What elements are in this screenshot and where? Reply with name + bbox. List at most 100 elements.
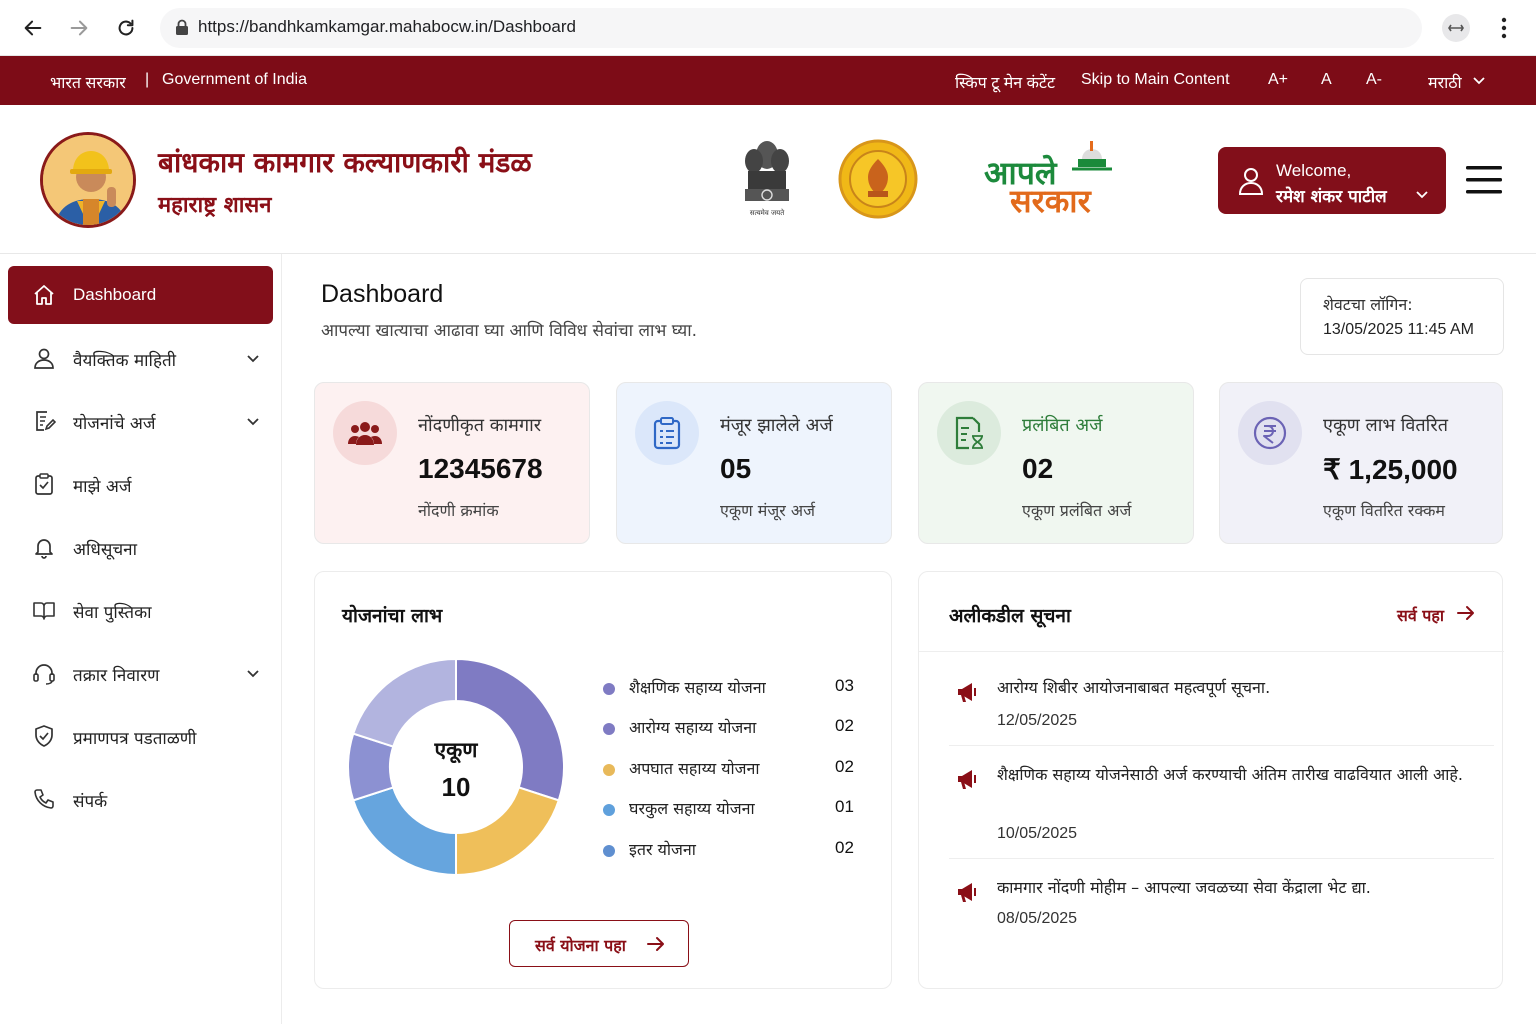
stat-subtitle: एकूण वितरित रक्कम bbox=[1323, 501, 1445, 520]
legend-label: शैक्षणिक सहाय्य योजना bbox=[629, 678, 766, 697]
donut-center-label: एकूण bbox=[434, 738, 478, 762]
back-arrow-icon[interactable] bbox=[19, 14, 47, 42]
sidebar-item-label: संपर्क bbox=[73, 792, 108, 812]
skip-to-main-marathi-link[interactable]: स्किप टू मेन कंटेंट bbox=[955, 71, 1055, 93]
notice-date: 08/05/2025 bbox=[997, 910, 1078, 927]
legend-value: 02 bbox=[835, 757, 854, 776]
sidebar-item-label: माझे अर्ज bbox=[73, 477, 132, 497]
skip-to-main-content-link[interactable]: Skip to Main Content bbox=[1081, 71, 1230, 89]
legend-item: इतर योजना 02 bbox=[603, 838, 863, 862]
legend-value: 01 bbox=[835, 797, 854, 816]
page-subtitle: आपल्या खात्याचा आढावा घ्या आणि विविध सेव… bbox=[321, 321, 698, 341]
home-icon bbox=[34, 285, 54, 305]
bharat-sarkar-link[interactable]: भारत सरकार bbox=[50, 71, 126, 93]
emblem-caption: सत्यमेव जयते bbox=[749, 209, 785, 217]
worker-avatar-logo bbox=[40, 132, 136, 228]
divider bbox=[949, 858, 1494, 859]
browser-menu-icon[interactable] bbox=[1494, 16, 1514, 40]
arrow-right-icon[interactable] bbox=[1457, 605, 1475, 621]
chevron-down-icon bbox=[247, 418, 259, 426]
legend-dot bbox=[603, 764, 615, 776]
sidebar-item-contact[interactable]: संपर्क bbox=[8, 770, 273, 828]
legend-label: इतर योजना bbox=[629, 840, 696, 859]
forward-arrow-icon[interactable] bbox=[65, 14, 93, 42]
view-all-schemes-button[interactable]: सर्व योजना पहा bbox=[509, 920, 689, 967]
clipboard-list-icon bbox=[635, 401, 699, 465]
user-icon bbox=[34, 348, 54, 369]
legend-dot bbox=[603, 804, 615, 816]
stat-value: 05 bbox=[720, 453, 752, 484]
scheme-benefits-title: योजनांचा लाभ bbox=[342, 605, 443, 627]
sidebar-nav: Dashboard वैयक्तिक माहिती योजनांचे अर्ज … bbox=[0, 254, 282, 1024]
sidebar-item-service-book[interactable]: सेवा पुस्तिका bbox=[8, 581, 273, 639]
sidebar-item-certificate-verification[interactable]: प्रमाणपत्र पडताळणी bbox=[8, 707, 273, 765]
national-emblem-logo: सत्यमेव जयते bbox=[740, 135, 794, 221]
gov-bar-separator: | bbox=[145, 71, 150, 88]
notice-text: आरोग्य शिबीर आयोजनाबाबत महत्वपूर्ण सूचना… bbox=[997, 678, 1271, 697]
language-select[interactable]: मराठी bbox=[1428, 71, 1462, 93]
sidebar-item-label: तक्रार निवारण bbox=[73, 666, 160, 686]
sidebar-item-scheme-applications[interactable]: योजनांचे अर्ज bbox=[8, 392, 273, 450]
page-title: Dashboard bbox=[321, 280, 444, 308]
board-title: बांधकाम कामगार कल्याणकारी मंडळ bbox=[158, 146, 532, 179]
notice-date: 10/05/2025 bbox=[997, 825, 1078, 842]
shield-check-icon bbox=[35, 725, 53, 747]
form-edit-icon bbox=[36, 411, 56, 431]
legend-item: शैक्षणिक सहाय्य योजना 03 bbox=[603, 676, 863, 700]
board-subtitle: महाराष्ट्र शासन bbox=[158, 193, 272, 218]
sidebar-item-grievance[interactable]: तक्रार निवारण bbox=[8, 644, 273, 702]
legend-value: 02 bbox=[835, 716, 854, 735]
user-account-button[interactable]: Welcome, रमेश शंकर पाटील bbox=[1218, 147, 1446, 214]
sidebar-item-label: अधिसूचना bbox=[73, 540, 137, 560]
legend-dot bbox=[603, 683, 615, 695]
divider bbox=[949, 745, 1494, 746]
legend-label: आरोग्य सहाय्य योजना bbox=[629, 718, 757, 737]
url-text[interactable]: https://bandhkamkamgar.mahabocw.in/Dashb… bbox=[198, 17, 576, 37]
notice-item[interactable]: कामगार नोंदणी मोहीम – आपल्या जवळच्या सेव… bbox=[949, 875, 1479, 935]
sidebar-item-my-applications[interactable]: माझे अर्ज bbox=[8, 455, 273, 513]
view-all-notices-link[interactable]: सर्व पहा bbox=[1397, 604, 1444, 626]
sidebar-item-personal-info[interactable]: वैयक्तिक माहिती bbox=[8, 329, 273, 387]
extension-icon[interactable] bbox=[1442, 14, 1470, 42]
donut-chart bbox=[347, 657, 565, 877]
headset-icon bbox=[33, 664, 55, 685]
maharashtra-seal-logo bbox=[838, 139, 918, 219]
hamburger-menu-icon[interactable] bbox=[1466, 163, 1504, 197]
arrow-right-icon bbox=[647, 937, 664, 951]
rupee-icon bbox=[1238, 401, 1302, 465]
stat-card-registered-worker[interactable]: नोंदणीकृत कामगार 12345678 नोंदणी क्रमांक bbox=[314, 382, 590, 544]
language-label: मराठी bbox=[1428, 75, 1462, 92]
book-icon bbox=[33, 602, 55, 620]
government-of-india-link[interactable]: Government of India bbox=[162, 71, 307, 89]
view-all-notices-label: सर्व पहा bbox=[1397, 606, 1445, 625]
welcome-label: Welcome, bbox=[1276, 161, 1352, 180]
notice-item[interactable]: आरोग्य शिबीर आयोजनाबाबत महत्वपूर्ण सूचना… bbox=[949, 675, 1479, 735]
sidebar-item-notifications[interactable]: अधिसूचना bbox=[8, 518, 273, 576]
legend-item: अपघात सहाय्य योजना 02 bbox=[603, 757, 863, 781]
legend-dot bbox=[603, 723, 615, 735]
last-login-box: शेवटचा लॉगिन: 13/05/2025 11:45 AM bbox=[1300, 278, 1504, 355]
stat-card-approved-applications[interactable]: मंजूर झालेले अर्ज 05 एकूण मंजूर अर्ज bbox=[616, 382, 892, 544]
reload-icon[interactable] bbox=[112, 14, 140, 42]
sidebar-item-dashboard[interactable]: Dashboard bbox=[8, 266, 273, 324]
notice-date: 12/05/2025 bbox=[997, 712, 1078, 729]
government-strip: भारत सरकार | Government of India स्किप ट… bbox=[0, 56, 1536, 105]
font-increase-button[interactable]: A+ bbox=[1268, 71, 1288, 89]
chevron-down-icon bbox=[1473, 77, 1485, 85]
stat-value: ₹ 1,25,000 bbox=[1323, 454, 1458, 485]
file-pending-icon bbox=[937, 401, 1001, 465]
site-header: बांधकाम कामगार कल्याणकारी मंडळ महाराष्ट्… bbox=[0, 105, 1536, 254]
font-normal-button[interactable]: A bbox=[1321, 71, 1332, 89]
stat-subtitle: एकूण मंजूर अर्ज bbox=[720, 501, 815, 520]
clipboard-icon bbox=[35, 473, 53, 495]
font-decrease-button[interactable]: A- bbox=[1366, 71, 1382, 89]
stat-title: नोंदणीकृत कामगार bbox=[418, 415, 542, 436]
notice-item[interactable]: शैक्षणिक सहाय्य योजनेसाठी अर्ज करण्याची … bbox=[949, 762, 1479, 848]
stat-card-pending-applications[interactable]: प्रलंबित अर्ज 02 एकूण प्रलंबित अर्ज bbox=[918, 382, 1194, 544]
megaphone-icon bbox=[958, 883, 976, 902]
bell-icon bbox=[35, 539, 53, 559]
stat-card-total-benefits[interactable]: एकूण लाभ वितरित ₹ 1,25,000 एकूण वितरित र… bbox=[1219, 382, 1503, 544]
chevron-down-icon bbox=[247, 670, 259, 678]
donut-center-value: 10 bbox=[441, 772, 471, 802]
megaphone-icon bbox=[958, 770, 976, 789]
